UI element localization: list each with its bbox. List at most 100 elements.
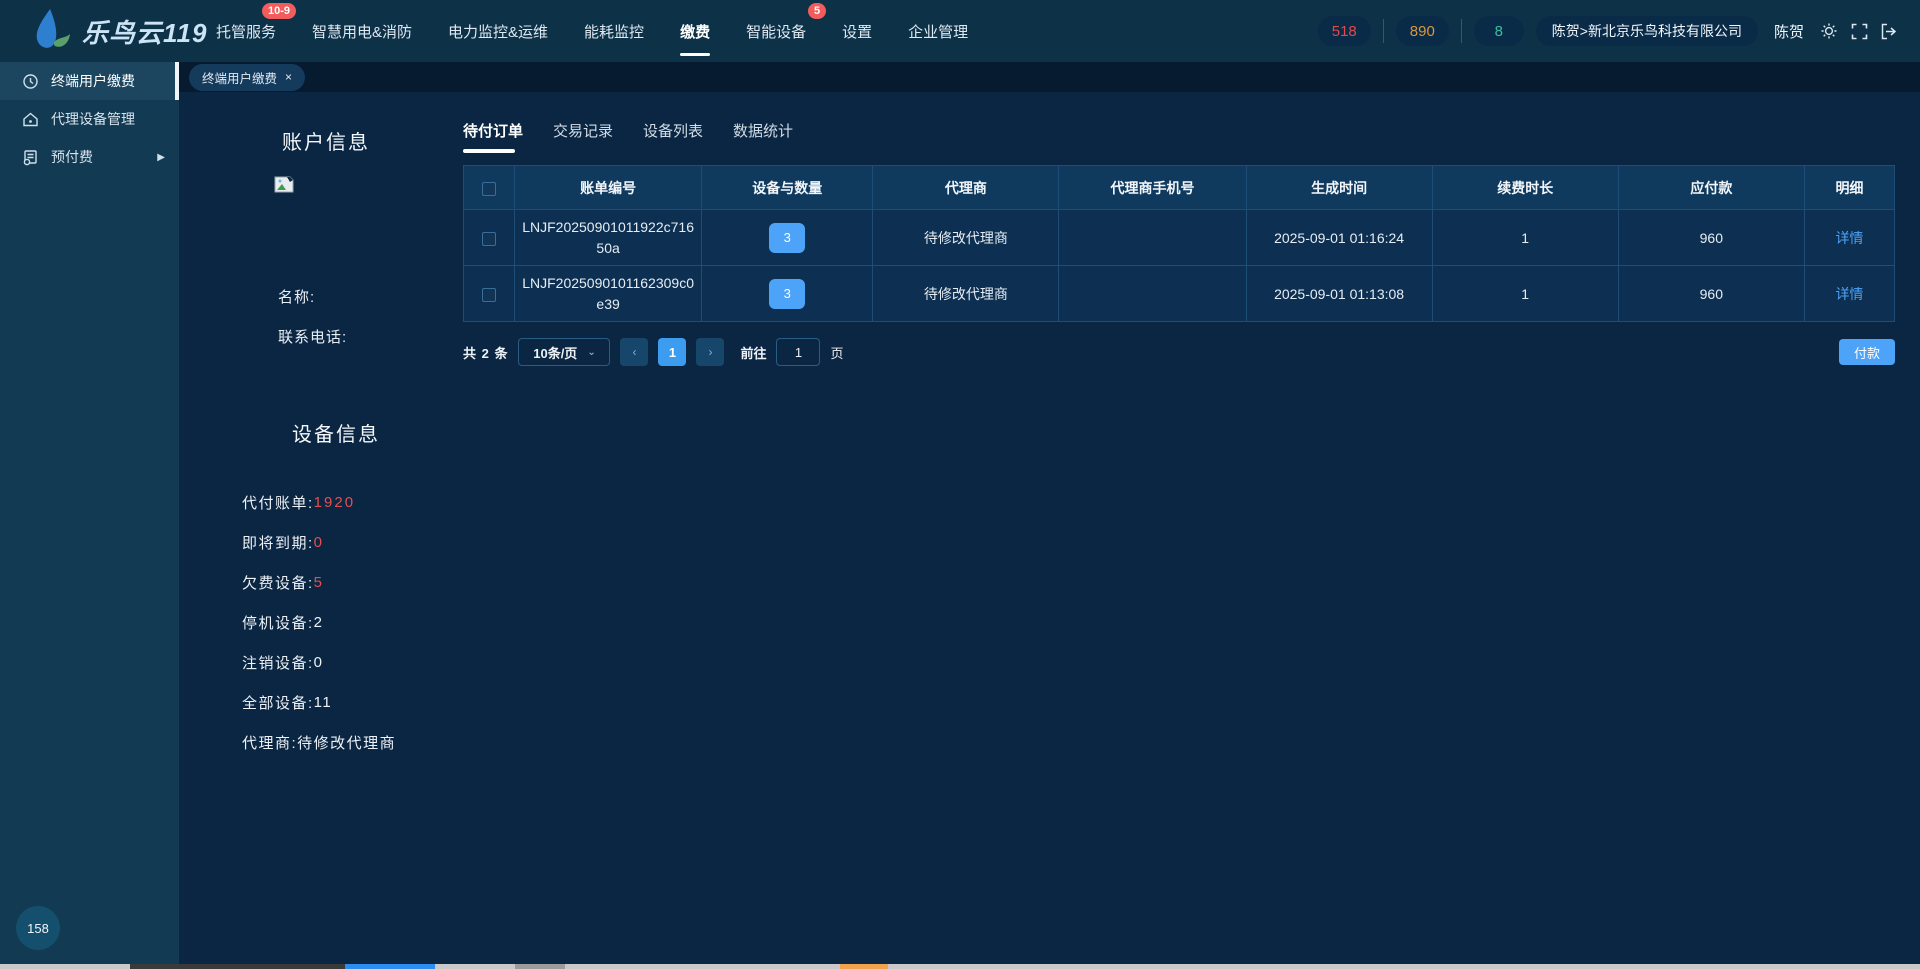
main-content: 账户信息 名称: 联系电话: 设备信息 代付账单:1920 即将到期:0 欠费设…	[179, 92, 1920, 964]
horizontal-scrollbar[interactable]	[0, 964, 1920, 969]
detail-link[interactable]: 详情	[1835, 286, 1863, 302]
hosting-badge: 10-9	[262, 3, 296, 19]
agent-phone-cell	[1059, 266, 1246, 322]
sidebar-item-prepaid[interactable]: 预付费 ▶	[0, 138, 179, 176]
logout-icon[interactable]	[1880, 22, 1898, 40]
tab-device-list[interactable]: 设备列表	[643, 120, 703, 153]
page-size-select[interactable]: 10条/页 ⌄	[518, 338, 610, 366]
alarm-counter-teal[interactable]: 8	[1474, 16, 1524, 46]
goto-label: 前往	[740, 343, 766, 362]
nav-item-payment[interactable]: 缴费	[680, 15, 710, 48]
settings-icon[interactable]	[1820, 22, 1838, 40]
home-icon	[22, 111, 39, 128]
stat-all-devices: 全部设备:11	[242, 682, 396, 722]
table-header-row: 账单编号 设备与数量 代理商 代理商手机号 生成时间 续费时长 应付款 明细	[464, 166, 1895, 210]
prev-page-button[interactable]: ‹	[620, 338, 648, 366]
stat-value: 1920	[314, 494, 355, 511]
sidebar-item-label: 终端用户缴费	[51, 71, 135, 91]
brand[interactable]: 乐鸟云119	[0, 7, 200, 56]
stat-value: 0	[314, 654, 324, 671]
col-device-count: 设备与数量	[702, 166, 873, 210]
stat-value: 待修改代理商	[297, 732, 396, 753]
device-count-badge[interactable]: 3	[769, 223, 805, 253]
agent-cell: 待修改代理商	[873, 210, 1059, 266]
renew-duration-cell: 1	[1432, 210, 1618, 266]
nav-item-hosting[interactable]: 托管服务 10-9	[216, 15, 276, 48]
sidebar-item-label: 预付费	[51, 147, 93, 167]
device-count-badge[interactable]: 3	[769, 279, 805, 309]
bill-no-cell: LNJF2025090101162309c0e39	[515, 266, 702, 322]
device-count-cell: 3	[702, 210, 873, 266]
page-number-button[interactable]: 1	[658, 338, 686, 366]
bill-no-cell: LNJF20250901011922c71650a	[515, 210, 702, 266]
account-panel: 账户信息 名称: 联系电话: 设备信息 代付账单:1920 即将到期:0 欠费设…	[179, 92, 479, 964]
col-renew-duration: 续费时长	[1432, 166, 1618, 210]
device-stats: 代付账单:1920 即将到期:0 欠费设备:5 停机设备:2 注销设备:0 全部…	[242, 482, 396, 762]
account-phone-label: 联系电话:	[278, 326, 347, 347]
row-checkbox[interactable]	[482, 288, 496, 302]
row-checkbox[interactable]	[482, 232, 496, 246]
col-agent-phone: 代理商手机号	[1059, 166, 1246, 210]
company-selector[interactable]: 陈贺>新北京乐鸟科技有限公司	[1536, 16, 1758, 46]
main-menu: 托管服务 10-9 智慧用电&消防 电力监控&运维 能耗监控 缴费 智能设备 5…	[216, 15, 968, 48]
chevron-down-icon: ⌄	[587, 347, 595, 358]
alarm-counter-red[interactable]: 518	[1318, 16, 1371, 46]
stat-expiring-soon: 即将到期:0	[242, 522, 396, 562]
notification-fab[interactable]: 158	[16, 906, 60, 950]
tab-pending-orders[interactable]: 待付订单	[463, 120, 523, 153]
account-name-label: 名称:	[278, 286, 315, 307]
sidebar-item-agent-device-mgmt[interactable]: 代理设备管理	[0, 100, 179, 138]
tab-chip-label: 终端用户缴费	[202, 68, 277, 87]
tab-data-statistics[interactable]: 数据统计	[733, 120, 793, 153]
stat-value: 5	[314, 574, 324, 591]
tab-transaction-records[interactable]: 交易记录	[553, 120, 613, 153]
row-checkbox-cell	[464, 266, 515, 322]
stat-cancelled-devices: 注销设备:0	[242, 642, 396, 682]
sidebar: 终端用户缴费 代理设备管理 预付费 ▶ 158	[0, 62, 179, 969]
agent-cell: 待修改代理商	[873, 266, 1059, 322]
nav-item-enterprise[interactable]: 企业管理	[908, 15, 968, 48]
brand-title: 乐鸟云119	[82, 13, 207, 50]
stat-stopped-devices: 停机设备:2	[242, 602, 396, 642]
table-row: LNJF20250901011922c71650a 3 待修改代理商 2025-…	[464, 210, 1895, 266]
nav-item-power-monitoring[interactable]: 电力监控&运维	[448, 15, 548, 48]
top-nav: 乐鸟云119 托管服务 10-9 智慧用电&消防 电力监控&运维 能耗监控 缴费…	[0, 0, 1920, 62]
nav-item-smart-power-fire[interactable]: 智慧用电&消防	[312, 15, 412, 48]
page-unit-label: 页	[830, 343, 843, 362]
col-created-at: 生成时间	[1246, 166, 1432, 210]
orders-tabs: 待付订单 交易记录 设备列表 数据统计	[463, 120, 1895, 153]
select-all-checkbox[interactable]	[482, 182, 496, 196]
orders-section: 待付订单 交易记录 设备列表 数据统计 账单编号 设备与数量 代理商 代理商手机…	[463, 120, 1895, 366]
tab-chip-terminal-user-payment[interactable]: 终端用户缴费 ×	[189, 64, 305, 91]
scrollbar-segment	[515, 964, 565, 969]
bill-icon	[22, 149, 39, 166]
next-page-button[interactable]: ›	[696, 338, 724, 366]
nav-item-smart-devices[interactable]: 智能设备 5	[746, 15, 806, 48]
account-info-title: 账户信息	[282, 126, 370, 155]
device-info-title: 设备信息	[292, 418, 380, 447]
stat-agent: 代理商:待修改代理商	[242, 722, 396, 762]
pay-button[interactable]: 付款	[1839, 339, 1895, 365]
logo-flame-icon	[30, 7, 72, 56]
stat-value: 11	[314, 694, 333, 711]
scrollbar-segment	[840, 964, 888, 969]
table-row: LNJF2025090101162309c0e39 3 待修改代理商 2025-…	[464, 266, 1895, 322]
orders-table: 账单编号 设备与数量 代理商 代理商手机号 生成时间 续费时长 应付款 明细 L…	[463, 165, 1895, 322]
agent-phone-cell	[1059, 210, 1246, 266]
amount-due-cell: 960	[1618, 210, 1804, 266]
fullscreen-icon[interactable]	[1850, 22, 1868, 40]
close-icon[interactable]: ×	[285, 70, 292, 84]
col-amount-due: 应付款	[1618, 166, 1804, 210]
nav-item-energy-monitoring[interactable]: 能耗监控	[584, 15, 644, 48]
stat-value: 0	[314, 534, 324, 551]
sidebar-item-terminal-user-payment[interactable]: 终端用户缴费	[0, 62, 179, 100]
goto-page-input[interactable]	[776, 338, 820, 366]
user-name[interactable]: 陈贺	[1774, 21, 1804, 42]
pagination: 共 2 条 10条/页 ⌄ ‹ 1 › 前往 页 付款	[463, 338, 1895, 366]
nav-item-settings[interactable]: 设置	[842, 15, 872, 48]
open-tabs-bar: 终端用户缴费 ×	[179, 62, 1920, 92]
detail-link[interactable]: 详情	[1835, 230, 1863, 246]
col-detail: 明细	[1804, 166, 1894, 210]
stat-overdue-devices: 欠费设备:5	[242, 562, 396, 602]
alarm-counter-orange[interactable]: 890	[1396, 16, 1449, 46]
